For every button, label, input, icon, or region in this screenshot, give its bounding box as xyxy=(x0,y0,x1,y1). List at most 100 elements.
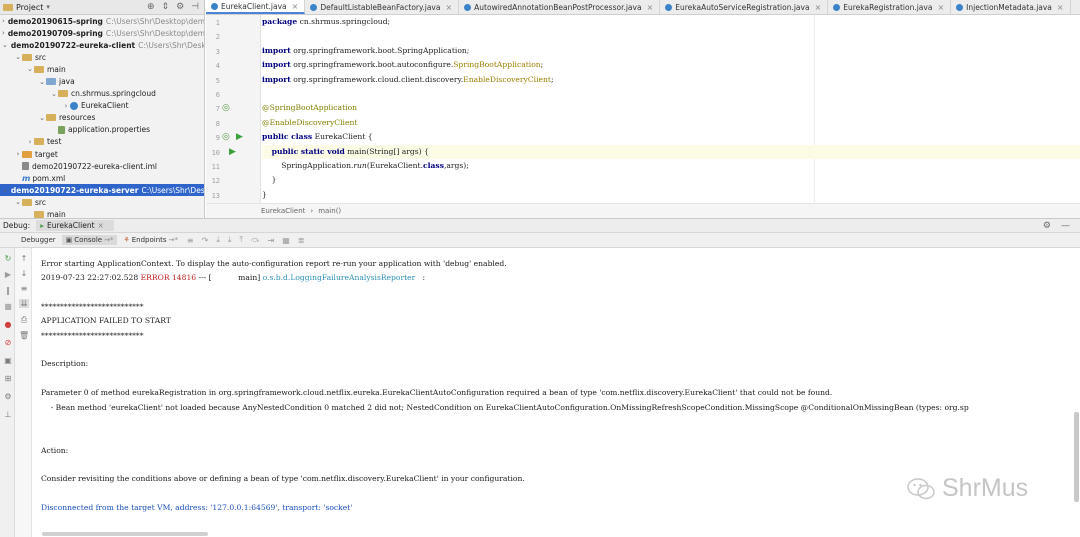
spring-bean-icon[interactable]: ◎ xyxy=(222,132,230,142)
chevron-down-icon[interactable]: ⌄ xyxy=(38,78,46,86)
tree-row[interactable]: › target xyxy=(0,148,204,160)
hide-icon[interactable]: ⊣ xyxy=(191,2,199,12)
minimize-icon[interactable]: — xyxy=(1061,221,1070,231)
resume-icon[interactable]: ▶ xyxy=(3,270,13,279)
chevron-right-icon[interactable]: › xyxy=(2,17,5,25)
run-to-cursor-icon[interactable]: ⇥ xyxy=(265,236,278,245)
properties-file-icon xyxy=(58,125,65,134)
chevron-down-icon[interactable]: ⌄ xyxy=(2,41,8,49)
rerun-icon[interactable]: ↻ xyxy=(3,254,13,263)
watermark: ShrMus xyxy=(906,474,1028,503)
tree-row[interactable]: application.properties xyxy=(0,124,204,136)
step-into-icon[interactable]: ⤓ xyxy=(213,235,223,245)
tree-row[interactable]: ⌄ demo20190722-eureka-client C:\Users\Shr\… xyxy=(0,39,204,51)
chevron-right-icon[interactable]: › xyxy=(2,29,5,37)
scroll-to-end-icon[interactable]: ⇊ xyxy=(19,299,29,308)
editor-tab[interactable]: EurekaRegistration.java × xyxy=(828,0,952,14)
print-icon[interactable]: ⎙ xyxy=(19,315,29,325)
tree-row[interactable]: › demo20190615-spring C:\Users\Shr\Desktop… xyxy=(0,15,204,27)
editor-tab[interactable]: InjectionMetadata.java × xyxy=(951,0,1071,14)
close-icon[interactable]: × xyxy=(98,221,104,230)
mute-breakpoints-icon[interactable]: ⊘ xyxy=(3,338,13,347)
clear-icon[interactable]: 🗑 xyxy=(19,331,29,340)
close-icon[interactable]: × xyxy=(445,3,452,12)
tree-row[interactable]: ⌄ resources xyxy=(0,112,204,124)
tree-row[interactable]: ⌄ src xyxy=(0,51,204,63)
editor-tab-label: InjectionMetadata.java xyxy=(966,2,1052,12)
chevron-right-icon[interactable]: › xyxy=(14,150,22,158)
tree-row[interactable]: m pom.xml xyxy=(0,172,204,184)
debug-tab[interactable]: ▣ Console →* xyxy=(61,235,118,245)
debug-tab-label: Console xyxy=(74,236,103,244)
chevron-down-icon[interactable]: ⌄ xyxy=(38,114,46,122)
tree-item-label: application.properties xyxy=(68,125,151,135)
chevron-down-icon[interactable]: ⌄ xyxy=(14,198,22,206)
close-icon[interactable]: × xyxy=(292,2,299,11)
console-vertical-scrollbar[interactable] xyxy=(1074,412,1079,502)
up-arrow-icon[interactable]: ↑ xyxy=(19,254,29,263)
breadcrumb-class[interactable]: EurekaClient xyxy=(261,207,305,215)
close-icon[interactable]: × xyxy=(937,3,944,12)
chevron-down-icon[interactable]: ⌄ xyxy=(14,53,22,61)
force-step-into-icon[interactable]: ⤓ xyxy=(225,235,235,245)
close-icon[interactable]: × xyxy=(1057,3,1064,12)
tree-item-label: main xyxy=(47,64,66,74)
tree-row[interactable]: › demo20190709-spring C:\Users\Shr\Desktop… xyxy=(0,27,204,39)
debug-tab[interactable]: ⚘ Endpoints →* xyxy=(119,235,181,245)
close-icon[interactable]: × xyxy=(815,3,822,12)
pause-icon[interactable]: ‖ xyxy=(3,286,13,295)
evaluate-icon[interactable]: ▦ xyxy=(279,236,293,245)
soft-wrap-icon[interactable]: ≡ xyxy=(19,284,29,293)
spring-bean-icon[interactable]: ◎ xyxy=(222,103,230,113)
run-gutter-icon[interactable]: ▶ xyxy=(229,147,236,157)
chevron-down-icon[interactable]: ⌄ xyxy=(50,90,58,98)
tree-row[interactable]: › EurekaClient xyxy=(0,100,204,112)
collapse-icon[interactable]: ⇕ xyxy=(162,2,170,12)
tree-row[interactable]: ⌄ main xyxy=(0,63,204,75)
console-token: ERROR xyxy=(140,273,170,283)
gear-icon[interactable]: ⚙ xyxy=(1043,221,1051,231)
settings-icon[interactable]: ⚙ xyxy=(3,392,13,401)
tree-row[interactable]: ⌄ cn.shrmus.springcloud xyxy=(0,88,204,100)
editor-tab[interactable]: EurekaClient.java × xyxy=(206,0,306,14)
editor-tab[interactable]: DefaultListableBeanFactory.java × xyxy=(305,0,460,14)
locate-icon[interactable]: ⊕ xyxy=(147,2,155,12)
run-gutter-icon[interactable]: ▶ xyxy=(236,132,243,142)
trace-icon[interactable]: ≣ xyxy=(295,236,308,245)
code-token: import xyxy=(262,74,291,84)
close-icon[interactable]: × xyxy=(647,3,654,12)
drop-frame-icon[interactable]: ⤼ xyxy=(248,235,263,245)
menu-icon[interactable]: ≡ xyxy=(184,236,197,245)
debug-tab[interactable]: Debugger xyxy=(17,235,60,245)
tree-row[interactable]: main xyxy=(0,209,204,218)
tree-row[interactable]: › test xyxy=(0,136,204,148)
java-class-icon xyxy=(665,3,673,11)
view-breakpoints-icon[interactable]: ● xyxy=(3,320,13,329)
code-token: EurekaClient { xyxy=(312,132,373,142)
chevron-down-icon[interactable]: ⌄ xyxy=(26,65,34,73)
pin-icon[interactable]: ⊥ xyxy=(3,410,13,419)
tree-row[interactable]: demo20190722-eureka-client.iml xyxy=(0,160,204,172)
step-over-icon[interactable]: ↷ xyxy=(199,236,212,245)
stop-icon[interactable]: ■ xyxy=(3,302,13,311)
chevron-down-icon[interactable]: ⌄ xyxy=(2,186,8,194)
gear-icon[interactable]: ⚙ xyxy=(176,2,184,12)
project-title[interactable]: Project xyxy=(16,3,43,12)
console-horizontal-scrollbar[interactable] xyxy=(42,532,208,536)
tree-row[interactable]: ⌄ src xyxy=(0,196,204,208)
chevron-down-icon[interactable]: ▾ xyxy=(46,3,50,11)
code-area[interactable]: package cn.shrmus.springcloud; import org… xyxy=(262,15,1080,203)
debug-session-tab[interactable]: ▸ EurekaClient × xyxy=(36,220,114,231)
editor-tab[interactable]: EurekaAutoServiceRegistration.java × xyxy=(660,0,829,14)
camera-icon[interactable]: ▣ xyxy=(3,356,13,365)
tree-row[interactable]: ⌄ java xyxy=(0,75,204,87)
breadcrumb-method[interactable]: main() xyxy=(318,207,341,215)
step-out-icon[interactable]: ⤒ xyxy=(236,235,246,245)
editor-tab[interactable]: AutowiredAnnotationBeanPostProcessor.jav… xyxy=(459,0,661,14)
down-arrow-icon[interactable]: ↓ xyxy=(19,269,29,278)
chevron-right-icon[interactable]: › xyxy=(62,102,70,110)
tree-row[interactable]: ⌄ demo20190722-eureka-server C:\Users\Shr\… xyxy=(0,184,204,197)
console-token: Action: xyxy=(41,445,69,455)
restore-layout-icon[interactable]: ⊞ xyxy=(3,374,13,383)
chevron-right-icon[interactable]: › xyxy=(26,138,34,146)
